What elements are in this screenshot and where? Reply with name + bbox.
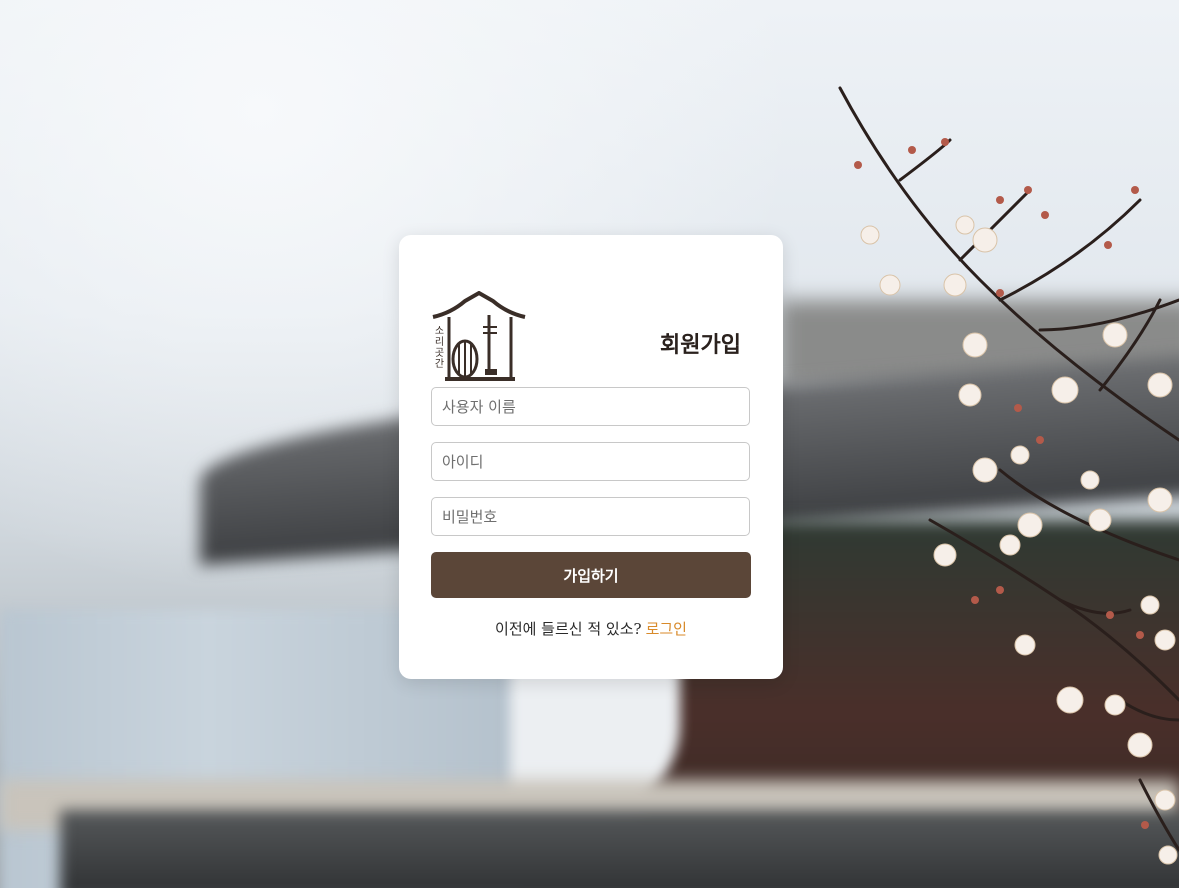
- logo: 소리곳간: [431, 290, 527, 383]
- login-prompt-text: 이전에 들르신 적 있소?: [495, 620, 642, 638]
- signup-card: 소리곳간 회원가입 가입하기 이전에 들르신 적 있소?로그인: [399, 235, 783, 679]
- signup-button[interactable]: 가입하기: [431, 552, 751, 598]
- logo-text: 소리곳간: [432, 325, 443, 369]
- hanok-logo-icon: [432, 290, 526, 381]
- card-header: 소리곳간 회원가입: [431, 265, 751, 387]
- page-title: 회원가입: [660, 332, 741, 358]
- login-prompt: 이전에 들르신 적 있소? 로그인: [431, 618, 751, 639]
- userid-input[interactable]: [431, 442, 750, 481]
- login-link[interactable]: 로그인: [646, 620, 687, 638]
- password-input[interactable]: [431, 497, 750, 536]
- username-input[interactable]: [431, 387, 750, 426]
